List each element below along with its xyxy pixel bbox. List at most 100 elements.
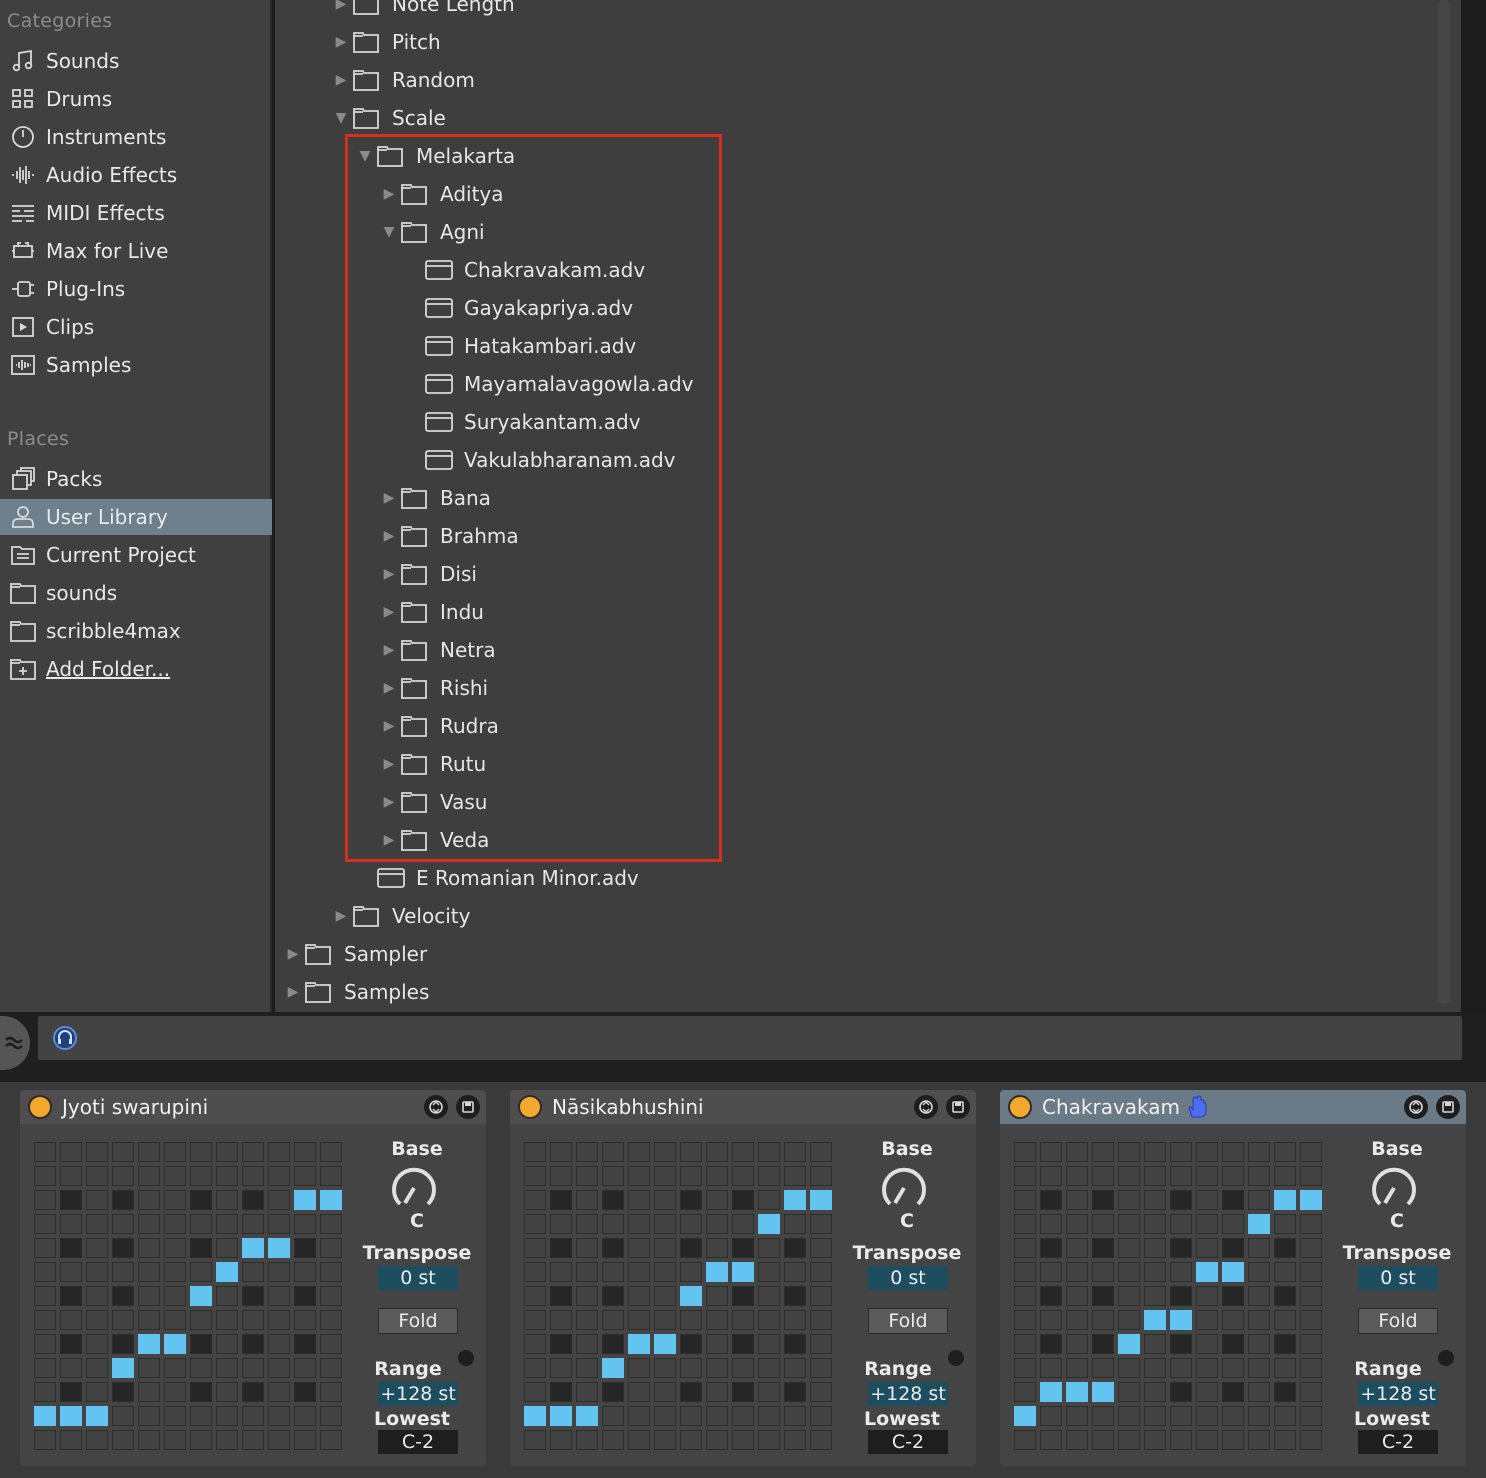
grid-cell[interactable] [680,1166,702,1186]
grid-cell[interactable] [810,1142,832,1162]
grid-cell[interactable] [164,1142,186,1162]
grid-cell[interactable] [216,1358,238,1378]
collapse-arrow-icon[interactable]: ▼ [378,224,400,240]
grid-cell[interactable] [1196,1238,1218,1258]
grid-cell[interactable] [524,1238,546,1258]
grid-cell[interactable] [1300,1238,1322,1258]
grid-cell[interactable] [112,1430,134,1450]
grid-cell[interactable] [1144,1142,1166,1162]
device-power-button[interactable] [28,1095,52,1119]
grid-cell[interactable] [164,1310,186,1330]
grid-cell-active[interactable] [60,1406,82,1426]
grid-cell[interactable] [268,1286,290,1306]
grid-cell-active[interactable] [706,1262,728,1282]
grid-cell[interactable] [164,1166,186,1186]
grid-cell[interactable] [1196,1358,1218,1378]
grid-cell[interactable] [216,1406,238,1426]
grid-cell[interactable] [732,1190,754,1210]
grid-cell[interactable] [268,1166,290,1186]
expand-arrow-icon[interactable]: ▶ [282,984,304,1000]
expand-arrow-icon[interactable]: ▶ [378,566,400,582]
grid-cell[interactable] [1014,1166,1036,1186]
grid-cell[interactable] [1248,1334,1270,1354]
place-add-folder[interactable]: Add Folder... [0,651,272,687]
grid-cell[interactable] [294,1334,316,1354]
device-power-button[interactable] [1008,1095,1032,1119]
grid-cell[interactable] [784,1358,806,1378]
grid-cell[interactable] [1066,1310,1088,1330]
grid-cell[interactable] [680,1430,702,1450]
grid-cell[interactable] [680,1334,702,1354]
grid-cell[interactable] [34,1286,56,1306]
preset-row-chakravakam-adv[interactable]: Chakravakam.adv [402,252,645,288]
grid-cell[interactable] [1040,1190,1062,1210]
grid-cell[interactable] [1092,1286,1114,1306]
range-field[interactable]: +128 st [1358,1382,1438,1406]
grid-cell[interactable] [1248,1166,1270,1186]
grid-cell[interactable] [190,1358,212,1378]
grid-cell[interactable] [216,1310,238,1330]
grid-cell[interactable] [190,1382,212,1402]
grid-cell[interactable] [706,1358,728,1378]
hot-swap-button[interactable] [1404,1095,1428,1119]
grid-cell[interactable] [1300,1310,1322,1330]
grid-cell[interactable] [1118,1166,1140,1186]
grid-cell[interactable] [732,1142,754,1162]
grid-cell[interactable] [602,1262,624,1282]
grid-cell-active[interactable] [294,1190,316,1210]
grid-cell[interactable] [576,1190,598,1210]
grid-cell[interactable] [34,1238,56,1258]
transpose-field[interactable]: 0 st [1358,1266,1438,1290]
grid-cell[interactable] [86,1286,108,1306]
fold-button[interactable]: Fold [378,1308,458,1334]
grid-cell[interactable] [602,1190,624,1210]
grid-cell[interactable] [1014,1430,1036,1450]
grid-cell[interactable] [1066,1334,1088,1354]
grid-cell[interactable] [320,1142,342,1162]
grid-cell[interactable] [216,1238,238,1258]
grid-cell[interactable] [320,1430,342,1450]
grid-cell-active[interactable] [576,1406,598,1426]
grid-cell[interactable] [628,1166,650,1186]
grid-cell[interactable] [242,1286,264,1306]
grid-cell[interactable] [216,1286,238,1306]
grid-cell[interactable] [112,1238,134,1258]
grid-cell[interactable] [1014,1286,1036,1306]
grid-cell[interactable] [1040,1166,1062,1186]
grid-cell[interactable] [1222,1358,1244,1378]
grid-cell[interactable] [550,1334,572,1354]
grid-cell[interactable] [1066,1142,1088,1162]
grid-cell[interactable] [164,1286,186,1306]
preview-headphones-icon[interactable] [52,1025,78,1051]
grid-cell-active[interactable] [1222,1262,1244,1282]
expand-arrow-icon[interactable]: ▶ [378,794,400,810]
grid-cell[interactable] [1144,1406,1166,1426]
grid-cell[interactable] [34,1310,56,1330]
grid-cell[interactable] [112,1142,134,1162]
grid-cell[interactable] [1014,1238,1036,1258]
grid-cell[interactable] [1170,1406,1192,1426]
grid-cell[interactable] [86,1214,108,1234]
grid-cell[interactable] [758,1166,780,1186]
grid-cell-active[interactable] [602,1358,624,1378]
folder-row-note-length[interactable]: ▶ Note Length [330,0,515,22]
grid-cell[interactable] [1222,1166,1244,1186]
grid-cell[interactable] [524,1286,546,1306]
grid-cell[interactable] [1300,1286,1322,1306]
grid-cell[interactable] [86,1166,108,1186]
grid-cell[interactable] [86,1238,108,1258]
grid-cell[interactable] [1274,1214,1296,1234]
folder-row-pitch[interactable]: ▶ Pitch [330,24,441,60]
grid-cell[interactable] [294,1166,316,1186]
grid-cell[interactable] [1014,1262,1036,1282]
grid-cell[interactable] [602,1406,624,1426]
grid-cell[interactable] [190,1406,212,1426]
grid-cell[interactable] [784,1382,806,1402]
folder-row-disi[interactable]: ▶ Disi [378,556,477,592]
category-max-for-live[interactable]: Max for Live [0,233,272,269]
grid-cell[interactable] [86,1310,108,1330]
grid-cell[interactable] [1118,1262,1140,1282]
grid-cell[interactable] [1300,1166,1322,1186]
grid-cell[interactable] [1092,1214,1114,1234]
grid-cell[interactable] [1300,1406,1322,1426]
